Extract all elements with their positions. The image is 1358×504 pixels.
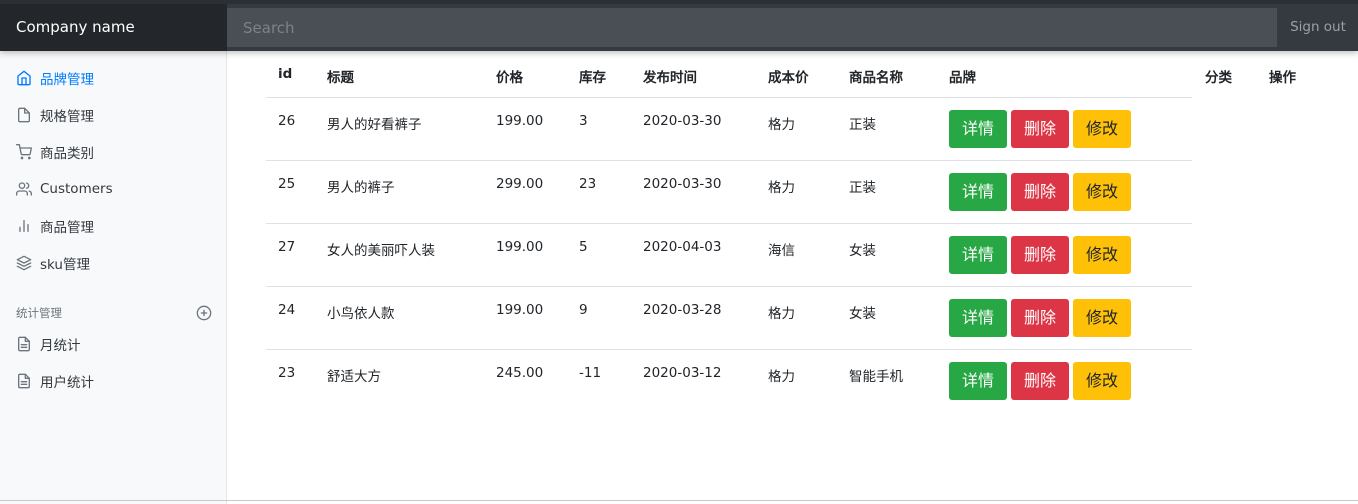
cell-cost: 格力 [768,117,795,133]
users-icon [16,182,32,196]
detail-button[interactable]: 详情 [949,299,1007,337]
detail-button[interactable]: 详情 [949,110,1007,148]
column-header-stock: 库存 [579,70,606,86]
bar-chart-icon [19,220,29,232]
cell-id: 23 [278,365,296,381]
cell-product-name: 正装 [849,117,876,133]
edit-button[interactable]: 修改 [1073,299,1131,337]
detail-button[interactable]: 详情 [949,173,1007,211]
brand-name[interactable]: Company name [0,4,227,51]
cell-stock: 23 [579,176,597,192]
column-header-id: id [278,66,293,82]
column-header-price: 价格 [496,70,523,86]
cell-cost: 格力 [768,306,795,322]
sign-out-link[interactable]: Sign out [1278,4,1358,51]
sidebar-item-label: sku管理 [40,257,90,273]
cell-cost: 格力 [768,369,795,385]
layers-icon [16,255,32,271]
cell-product-name: 正装 [849,180,876,196]
edit-button[interactable]: 修改 [1073,236,1131,274]
cell-product-name: 女装 [849,306,876,322]
edit-button[interactable]: 修改 [1073,173,1131,211]
cell-title: 男人的好看裤子 [327,117,422,133]
shopping-cart-icon [16,144,32,160]
cell-publish-date: 2020-03-30 [643,176,722,192]
sidebar-item-label: 用户统计 [40,375,94,391]
cell-stock: 5 [579,239,588,255]
sidebar-item-label: 商品类别 [40,146,94,162]
cell-price: 199.00 [496,302,544,318]
cell-id: 27 [278,239,296,255]
row-divider [266,349,1192,350]
column-header-title: 标题 [327,70,354,86]
delete-button[interactable]: 删除 [1011,299,1069,337]
sidebar: 品牌管理 规格管理 商品类别 Customers 商品管理 sku管理 统计管理… [0,51,227,504]
sidebar-item-spec[interactable]: 规格管理 [0,100,226,130]
sidebar-item-label: 规格管理 [40,109,94,125]
sidebar-item-user-stats[interactable]: 用户统计 [0,366,226,396]
cell-publish-date: 2020-03-30 [643,113,722,129]
cell-title: 小鸟依人款 [327,306,395,322]
cell-publish-date: 2020-03-28 [643,302,722,318]
cell-cost: 海信 [768,243,795,259]
cell-publish-date: 2020-04-03 [643,239,722,255]
cell-price: 245.00 [496,365,544,381]
section-heading-statistics: 统计管理 [16,304,212,322]
column-header-cost: 成本价 [768,70,809,86]
section-title: 统计管理 [16,306,62,320]
edit-button[interactable]: 修改 [1073,110,1131,148]
sidebar-item-label: 商品管理 [40,220,94,236]
cell-title: 女人的美丽吓人装 [327,243,435,259]
top-navbar: Company name Sign out [0,0,1358,51]
row-divider [266,223,1192,224]
sidebar-item-label: 月统计 [40,338,81,354]
search-input[interactable] [227,8,1277,47]
sidebar-item-label: Customers [40,181,113,197]
cell-publish-date: 2020-03-12 [643,365,722,381]
cell-stock: 9 [579,302,588,318]
cell-price: 199.00 [496,113,544,129]
delete-button[interactable]: 删除 [1011,236,1069,274]
cell-id: 25 [278,176,296,192]
sidebar-item-category[interactable]: 商品类别 [0,137,226,167]
cell-product-name: 女装 [849,243,876,259]
row-divider [266,160,1192,161]
home-icon [17,70,31,86]
column-header-category: 分类 [1205,70,1232,86]
edit-button[interactable]: 修改 [1073,362,1131,400]
sidebar-item-label: 品牌管理 [40,72,94,88]
detail-button[interactable]: 详情 [949,362,1007,400]
file-text-icon [18,336,30,352]
column-header-publish-date: 发布时间 [643,70,697,86]
window-bottom-border [0,500,1358,501]
column-header-actions: 操作 [1269,70,1296,86]
detail-button[interactable]: 详情 [949,236,1007,274]
cell-title: 舒适大方 [327,369,381,385]
delete-button[interactable]: 删除 [1011,362,1069,400]
sidebar-item-monthly-stats[interactable]: 月统计 [0,329,226,359]
cell-price: 299.00 [496,176,544,192]
cell-price: 199.00 [496,239,544,255]
sidebar-item-products[interactable]: 商品管理 [0,211,226,241]
row-divider [266,97,1192,98]
column-header-product-name: 商品名称 [849,70,903,86]
cell-stock: -11 [579,365,602,381]
file-text-icon [18,373,30,389]
cell-id: 24 [278,302,296,318]
delete-button[interactable]: 删除 [1011,173,1069,211]
delete-button[interactable]: 删除 [1011,110,1069,148]
cell-id: 26 [278,113,296,129]
cell-product-name: 智能手机 [849,369,903,385]
cell-title: 男人的裤子 [327,180,395,196]
sidebar-item-brand[interactable]: 品牌管理 [0,63,226,93]
row-divider [266,286,1192,287]
sidebar-item-customers[interactable]: Customers [0,174,226,204]
sidebar-item-sku[interactable]: sku管理 [0,248,226,278]
plus-circle-icon[interactable] [196,305,212,321]
column-header-brand: 品牌 [949,70,976,86]
file-icon [18,107,30,123]
cell-stock: 3 [579,113,588,129]
cell-cost: 格力 [768,180,795,196]
